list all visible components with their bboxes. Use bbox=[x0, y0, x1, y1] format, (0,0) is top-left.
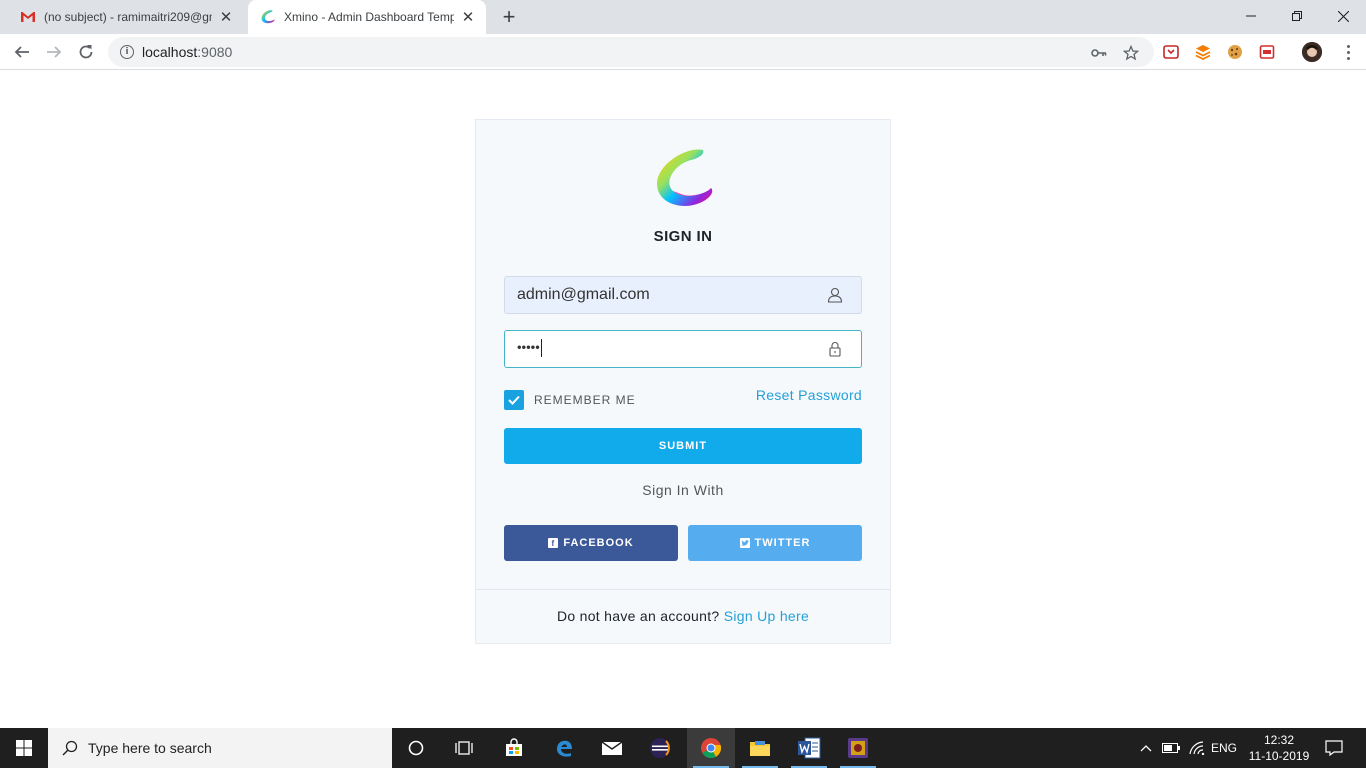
task-view-button[interactable] bbox=[440, 728, 488, 768]
taskbar-edge[interactable] bbox=[540, 728, 588, 768]
restore-button[interactable] bbox=[1274, 0, 1320, 32]
text-caret bbox=[540, 339, 542, 357]
pocket-extension-icon[interactable] bbox=[1162, 43, 1180, 61]
new-tab-button[interactable]: + bbox=[498, 6, 520, 28]
email-value: admin@gmail.com bbox=[517, 286, 650, 303]
tab-title: (no subject) - ramimaitri209@gm bbox=[44, 10, 212, 24]
close-window-button[interactable] bbox=[1320, 0, 1366, 32]
cookie-extension-icon[interactable] bbox=[1226, 43, 1244, 61]
browser-toolbar: i localhost:9080 bbox=[0, 34, 1366, 70]
tab-close-icon[interactable]: ✕ bbox=[216, 7, 236, 27]
taskbar-mail[interactable] bbox=[588, 728, 636, 768]
remember-me: REMEMBER ME bbox=[504, 390, 636, 410]
folder-icon bbox=[750, 741, 770, 756]
bookmark-star-icon[interactable] bbox=[1122, 44, 1140, 62]
tab-xmino[interactable]: Xmino - Admin Dashboard Temp ✕ bbox=[248, 0, 486, 34]
signin-card: SIGN IN admin@gmail.com ••••• REMEMBER M… bbox=[475, 119, 891, 644]
taskbar-search-placeholder: Type here to search bbox=[88, 740, 212, 756]
language-indicator[interactable]: ENG bbox=[1210, 728, 1238, 768]
taskbar-eclipse[interactable] bbox=[636, 728, 684, 768]
facebook-label: FACEBOOK bbox=[563, 537, 634, 549]
mail-icon bbox=[601, 741, 623, 755]
taskbar-store[interactable] bbox=[490, 728, 538, 768]
site-info-icon[interactable]: i bbox=[120, 45, 134, 59]
browser-tab-strip: (no subject) - ramimaitri209@gm ✕ Xmino … bbox=[0, 0, 1366, 34]
xmino-logo bbox=[653, 148, 715, 210]
address-bar[interactable]: i localhost:9080 bbox=[108, 37, 1154, 67]
taskbar-clock[interactable]: 12:32 11-10-2019 bbox=[1248, 732, 1310, 764]
wifi-icon[interactable] bbox=[1186, 728, 1208, 768]
taskbar-game-app[interactable] bbox=[834, 728, 882, 768]
password-field[interactable]: ••••• bbox=[504, 330, 862, 368]
profile-avatar[interactable] bbox=[1302, 42, 1322, 62]
eclipse-icon bbox=[650, 738, 670, 758]
task-view-icon bbox=[455, 741, 473, 755]
reload-button[interactable] bbox=[73, 39, 99, 65]
facebook-button[interactable]: f FACEBOOK bbox=[504, 525, 678, 561]
forward-button[interactable] bbox=[41, 39, 67, 65]
lock-icon bbox=[827, 341, 843, 357]
store-icon bbox=[506, 738, 522, 756]
tab-title: Xmino - Admin Dashboard Temp bbox=[284, 10, 454, 24]
password-value: ••••• bbox=[517, 339, 542, 357]
chrome-icon bbox=[701, 738, 722, 759]
minimize-button[interactable] bbox=[1228, 0, 1274, 32]
card-divider bbox=[476, 589, 890, 590]
clock-date: 11-10-2019 bbox=[1248, 749, 1310, 763]
tray-overflow-chevron-icon[interactable] bbox=[1136, 728, 1156, 768]
taskbar-chrome[interactable] bbox=[687, 728, 735, 768]
cortana-icon bbox=[408, 740, 424, 756]
pdf-extension-icon[interactable] bbox=[1258, 43, 1276, 61]
user-icon bbox=[827, 287, 843, 303]
cortana-button[interactable] bbox=[392, 728, 440, 768]
start-button[interactable] bbox=[0, 728, 48, 768]
remember-me-checkbox[interactable] bbox=[504, 390, 524, 410]
taskbar-search-box[interactable]: Type here to search bbox=[48, 728, 392, 768]
reset-password-link[interactable]: Reset Password bbox=[756, 387, 862, 403]
twitter-button[interactable]: TWITTER bbox=[688, 525, 862, 561]
clock-time: 12:32 bbox=[1263, 733, 1295, 747]
gmail-icon bbox=[20, 9, 36, 25]
submit-button[interactable]: SUBMIT bbox=[504, 428, 862, 464]
xmino-favicon-icon bbox=[260, 9, 276, 25]
battery-icon[interactable] bbox=[1160, 728, 1182, 768]
taskbar-file-explorer[interactable] bbox=[736, 728, 784, 768]
facebook-icon: f bbox=[548, 538, 559, 548]
edge-icon bbox=[557, 740, 572, 757]
word-icon bbox=[798, 737, 821, 759]
layers-extension-icon[interactable] bbox=[1194, 43, 1212, 61]
page-title: SIGN IN bbox=[653, 228, 713, 245]
windows-taskbar: Type here to search ENG 12:32 11-10-2019 bbox=[0, 728, 1366, 768]
twitter-icon bbox=[739, 538, 750, 548]
browser-menu-button[interactable] bbox=[1338, 42, 1358, 62]
tab-gmail[interactable]: (no subject) - ramimaitri209@gm ✕ bbox=[8, 0, 244, 34]
game-app-icon bbox=[848, 738, 868, 758]
back-button[interactable] bbox=[9, 39, 35, 65]
email-field[interactable]: admin@gmail.com bbox=[504, 276, 862, 314]
taskbar-word[interactable] bbox=[785, 728, 833, 768]
tab-close-icon[interactable]: ✕ bbox=[458, 7, 478, 27]
url-text: localhost:9080 bbox=[142, 44, 233, 60]
signup-prompt: Do not have an account? Sign Up here bbox=[476, 608, 890, 624]
action-center-icon[interactable] bbox=[1320, 728, 1348, 768]
signup-prompt-text: Do not have an account? bbox=[556, 608, 720, 624]
signup-link[interactable]: Sign Up here bbox=[724, 608, 809, 624]
twitter-label: TWITTER bbox=[754, 537, 811, 549]
search-icon bbox=[62, 740, 78, 756]
windows-logo-icon bbox=[16, 740, 32, 756]
remember-me-label: REMEMBER ME bbox=[534, 393, 636, 407]
key-icon[interactable] bbox=[1090, 44, 1108, 62]
sign-in-with-label: Sign In With bbox=[642, 482, 724, 498]
